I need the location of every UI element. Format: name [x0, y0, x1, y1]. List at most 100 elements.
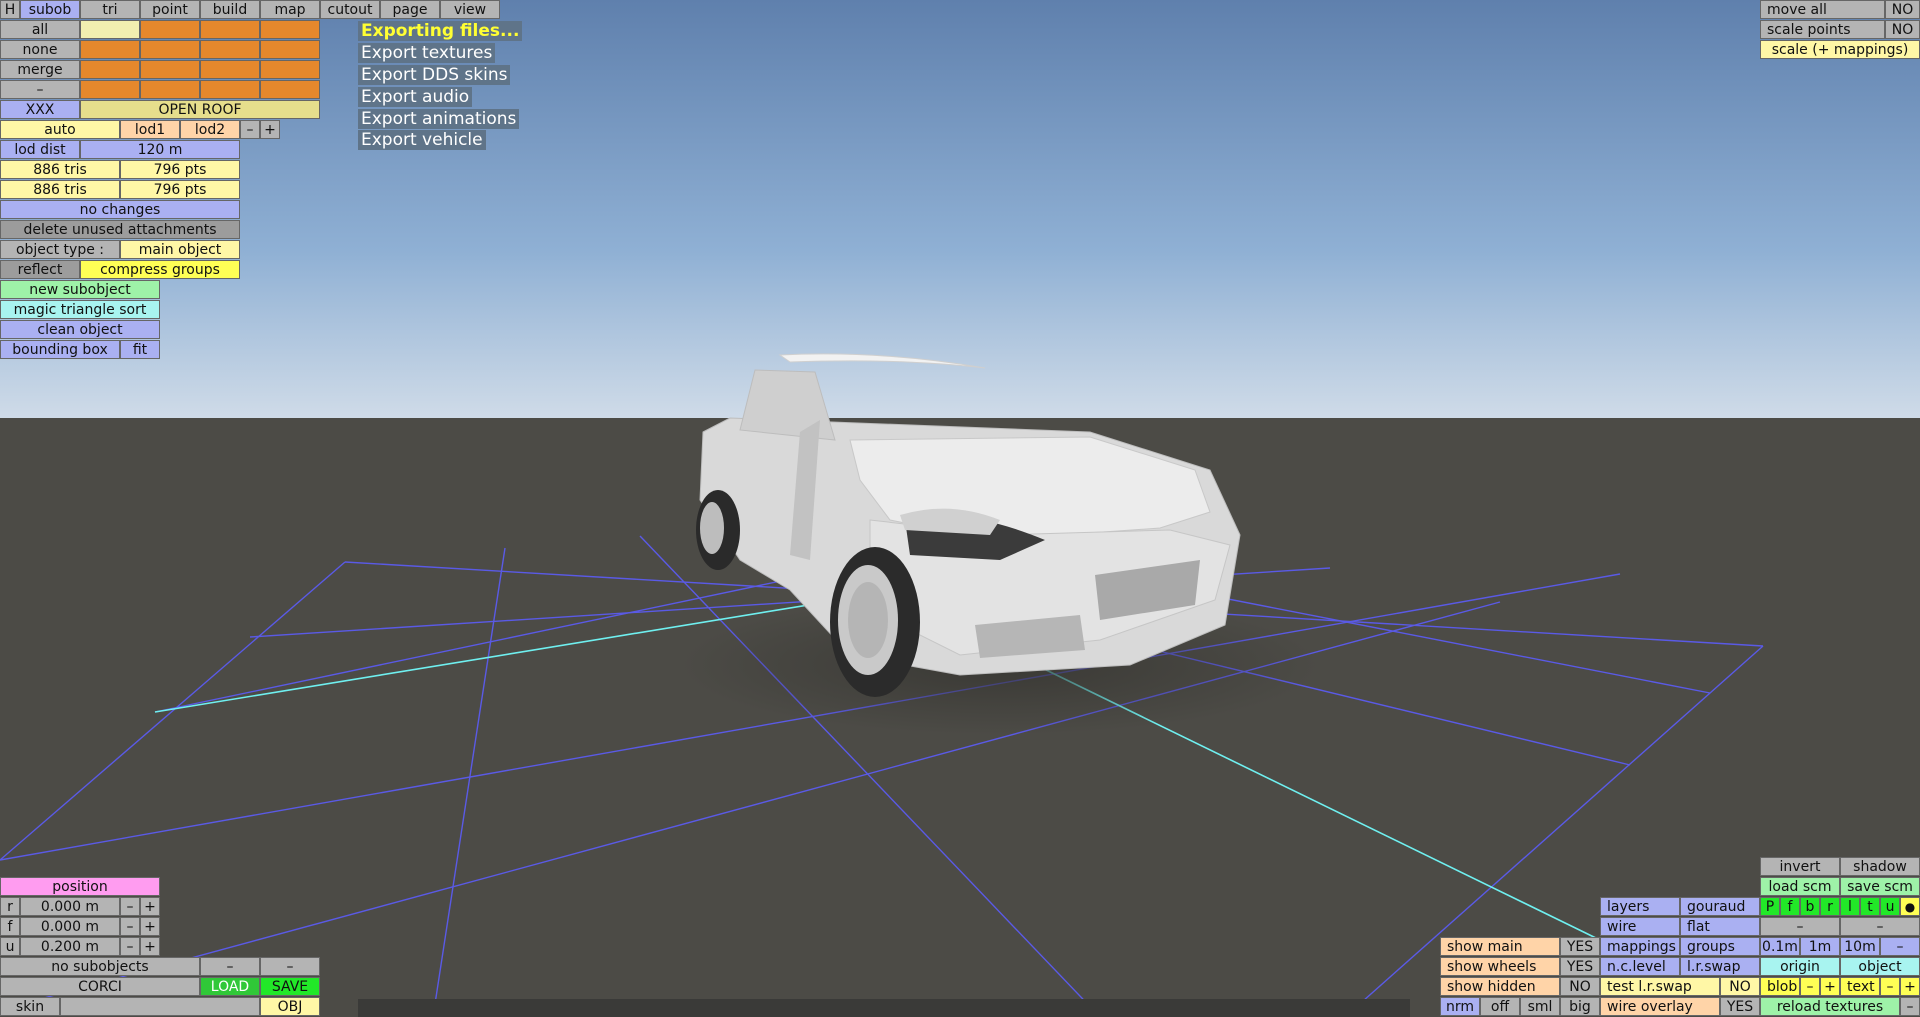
menu-view[interactable]: view	[440, 0, 500, 19]
nc-level-button[interactable]: n.c.level	[1600, 957, 1680, 976]
group-swatch[interactable]	[80, 60, 140, 79]
menu-tri[interactable]: tri	[80, 0, 140, 19]
groups-button[interactable]: groups	[1680, 937, 1760, 956]
wire-overlay-button[interactable]: wire overlay	[1600, 997, 1720, 1016]
3d-viewport[interactable]	[0, 0, 1920, 1017]
origin-button[interactable]: origin	[1760, 957, 1840, 976]
export-dds-skins-item[interactable]: Export DDS skins	[358, 65, 511, 85]
group-swatch[interactable]	[200, 20, 260, 39]
wire-overlay-toggle[interactable]: YES	[1720, 997, 1760, 1016]
group-swatch[interactable]	[260, 40, 320, 59]
layer-r-button[interactable]: r	[1820, 897, 1840, 916]
xxx-button[interactable]: XXX	[0, 100, 80, 119]
layer-f-button[interactable]: f	[1780, 897, 1800, 916]
clean-object-button[interactable]: clean object	[0, 320, 160, 339]
lod-minus-button[interactable]: –	[240, 120, 260, 139]
position-f-value[interactable]: 0.000 m	[20, 917, 120, 936]
text-minus-button[interactable]: –	[1880, 977, 1900, 996]
layer-u-button[interactable]: u	[1880, 897, 1900, 916]
invert-button[interactable]: invert	[1760, 857, 1840, 876]
test-lr-swap-button[interactable]: test l.r.swap	[1600, 977, 1720, 996]
obj-button[interactable]: OBJ	[260, 997, 320, 1016]
magic-triangle-sort-button[interactable]: magic triangle sort	[0, 300, 160, 319]
object-button[interactable]: object	[1840, 957, 1920, 976]
export-audio-item[interactable]: Export audio	[358, 87, 473, 107]
load-button[interactable]: LOAD	[200, 977, 260, 996]
minus-button[interactable]: –	[0, 80, 80, 99]
position-r-plus[interactable]: +	[140, 897, 160, 916]
position-u-plus[interactable]: +	[140, 937, 160, 956]
group-swatch[interactable]	[80, 20, 140, 39]
position-u-value[interactable]: 0.200 m	[20, 937, 120, 956]
lod-dist-value[interactable]: 120 m	[80, 140, 240, 159]
position-f-minus[interactable]: –	[120, 917, 140, 936]
dash-button[interactable]: –	[1840, 917, 1920, 936]
group-swatch[interactable]	[200, 80, 260, 99]
size-sml-button[interactable]: sml	[1520, 997, 1560, 1016]
merge-button[interactable]: merge	[0, 60, 80, 79]
fit-button[interactable]: fit	[120, 340, 160, 359]
layer-dot-button[interactable]: ●	[1900, 897, 1920, 916]
text-plus-button[interactable]: +	[1900, 977, 1920, 996]
position-r-value[interactable]: 0.000 m	[20, 897, 120, 916]
lod2-button[interactable]: lod2	[180, 120, 240, 139]
blob-plus-button[interactable]: +	[1820, 977, 1840, 996]
scale-points-button[interactable]: scale points	[1760, 20, 1885, 39]
reload-textures-button[interactable]: reload textures	[1760, 997, 1900, 1016]
layers-button[interactable]: layers	[1600, 897, 1680, 916]
group-swatch[interactable]	[200, 60, 260, 79]
reflect-button[interactable]: reflect	[0, 260, 80, 279]
group-swatch[interactable]	[140, 60, 200, 79]
load-scm-button[interactable]: load scm	[1760, 877, 1840, 896]
group-swatch[interactable]	[260, 60, 320, 79]
show-wheels-button[interactable]: show wheels	[1440, 957, 1560, 976]
group-name[interactable]: OPEN ROOF	[80, 100, 320, 119]
select-none-button[interactable]: none	[0, 40, 80, 59]
reload-minus-button[interactable]: –	[1900, 997, 1920, 1016]
dash-button[interactable]: –	[200, 957, 260, 976]
show-main-button[interactable]: show main	[1440, 937, 1560, 956]
group-swatch[interactable]	[200, 40, 260, 59]
move-all-toggle[interactable]: NO	[1885, 0, 1920, 19]
size-off-button[interactable]: off	[1480, 997, 1520, 1016]
size-nrm-button[interactable]: nrm	[1440, 997, 1480, 1016]
group-swatch[interactable]	[260, 80, 320, 99]
step-10m-button[interactable]: 10m	[1840, 937, 1880, 956]
layer-t-button[interactable]: t	[1860, 897, 1880, 916]
dash-button[interactable]: –	[260, 957, 320, 976]
position-u-minus[interactable]: –	[120, 937, 140, 956]
test-lr-swap-toggle[interactable]: NO	[1720, 977, 1760, 996]
position-f-plus[interactable]: +	[140, 917, 160, 936]
menu-cutout[interactable]: cutout	[320, 0, 380, 19]
scale-mappings-button[interactable]: scale (+ mappings)	[1760, 40, 1920, 59]
mappings-button[interactable]: mappings	[1600, 937, 1680, 956]
lr-swap-button[interactable]: l.r.swap	[1680, 957, 1760, 976]
show-main-toggle[interactable]: YES	[1560, 937, 1600, 956]
export-textures-item[interactable]: Export textures	[358, 43, 496, 63]
skin-field[interactable]	[60, 997, 260, 1016]
bounding-box-button[interactable]: bounding box	[0, 340, 120, 359]
lod1-button[interactable]: lod1	[120, 120, 180, 139]
size-big-button[interactable]: big	[1560, 997, 1600, 1016]
exporting-files-item[interactable]: Exporting files...	[358, 21, 523, 41]
delete-unused-attachments-button[interactable]: delete unused attachments	[0, 220, 240, 239]
move-all-button[interactable]: move all	[1760, 0, 1885, 19]
step-0-1m-button[interactable]: 0.1m	[1760, 937, 1800, 956]
select-all-button[interactable]: all	[0, 20, 80, 39]
export-animations-item[interactable]: Export animations	[358, 109, 520, 129]
shadow-button[interactable]: shadow	[1840, 857, 1920, 876]
gouraud-button[interactable]: gouraud	[1680, 897, 1760, 916]
blob-minus-button[interactable]: –	[1800, 977, 1820, 996]
auto-lod-button[interactable]: auto	[0, 120, 120, 139]
group-swatch[interactable]	[80, 80, 140, 99]
menu-page[interactable]: page	[380, 0, 440, 19]
dash-button[interactable]: –	[1760, 917, 1840, 936]
save-button[interactable]: SAVE	[260, 977, 320, 996]
menu-build[interactable]: build	[200, 0, 260, 19]
group-swatch[interactable]	[80, 40, 140, 59]
group-swatch[interactable]	[140, 80, 200, 99]
compress-groups-button[interactable]: compress groups	[80, 260, 240, 279]
new-subobject-button[interactable]: new subobject	[0, 280, 160, 299]
show-wheels-toggle[interactable]: YES	[1560, 957, 1600, 976]
step-1m-button[interactable]: 1m	[1800, 937, 1840, 956]
